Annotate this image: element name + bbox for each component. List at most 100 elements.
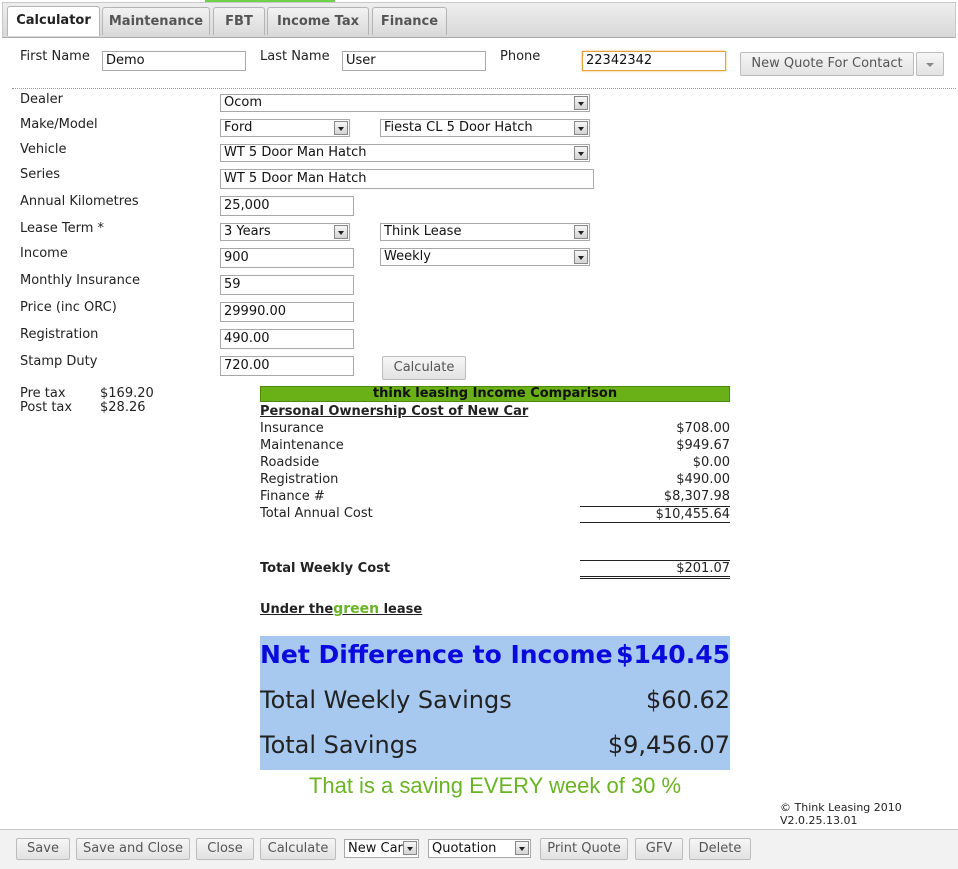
net-difference-value: $140.45 — [616, 640, 730, 669]
insurance-value: $708.00 — [676, 421, 730, 436]
pre-tax-value: $169.20 — [100, 386, 154, 401]
series-label: Series — [20, 167, 60, 182]
weekly-saving-message: That is a saving EVERY week of 30 % — [308, 773, 682, 798]
pre-tax-label: Pre tax — [20, 386, 66, 401]
maintenance-value: $949.67 — [676, 438, 730, 453]
roadside-label: Roadside — [260, 455, 320, 470]
registration-input[interactable]: 490.00 — [220, 329, 354, 349]
total-weekly-savings-label: Total Weekly Savings — [260, 686, 512, 714]
net-difference-label: Net Difference to Income — [260, 640, 613, 669]
green-word: green — [333, 601, 380, 617]
income-label: Income — [20, 246, 68, 261]
version-text: V2.0.25.13.01 — [780, 814, 858, 827]
dropdown-arrow-icon — [574, 121, 588, 135]
dropdown-arrow-icon — [334, 225, 348, 239]
document-type-select[interactable]: Quotation — [428, 839, 531, 858]
under-suffix: lease — [379, 602, 423, 617]
tab-finance[interactable]: Finance — [372, 7, 447, 35]
under-green-lease-heading: Under thegreen lease — [260, 601, 422, 617]
total-savings-label: Total Savings — [260, 731, 418, 759]
dropdown-arrow-icon — [574, 225, 588, 239]
total-weekly-cost-label: Total Weekly Cost — [260, 561, 391, 576]
under-prefix: Under the — [260, 602, 334, 617]
save-button[interactable]: Save — [16, 838, 70, 860]
dropdown-arrow-icon — [574, 250, 588, 264]
roadside-value: $0.00 — [692, 455, 730, 470]
calculate-button[interactable]: Calculate — [382, 356, 466, 380]
dropdown-arrow-icon — [403, 841, 417, 855]
income-input[interactable]: 900 — [220, 248, 354, 268]
make-value: Ford — [224, 120, 253, 135]
comparison-header: think leasing Income Comparison — [260, 386, 730, 402]
insurance-label: Insurance — [260, 421, 324, 436]
tab-income-tax[interactable]: Income Tax — [267, 7, 369, 35]
dealer-select[interactable]: Ocom — [220, 94, 590, 112]
tab-calculator[interactable]: Calculator — [7, 6, 100, 36]
stamp-duty-label: Stamp Duty — [20, 354, 98, 369]
last-name-input[interactable]: User — [342, 51, 486, 71]
ownership-cost-title: Personal Ownership Cost of New Car — [260, 404, 529, 419]
make-model-label: Make/Model — [20, 117, 98, 132]
total-annual-cost-value: $10,455.64 — [580, 506, 730, 523]
lease-type-select[interactable]: Think Lease — [380, 223, 590, 241]
total-savings-value: $9,456.07 — [607, 731, 730, 759]
annual-km-label: Annual Kilometres — [20, 194, 139, 209]
save-and-close-button[interactable]: Save and Close — [76, 838, 190, 860]
total-annual-cost-label: Total Annual Cost — [260, 506, 373, 521]
phone-input[interactable]: 22342342 — [582, 51, 726, 71]
maintenance-label: Maintenance — [260, 438, 344, 453]
registration-label: Registration — [20, 327, 99, 342]
separator — [12, 88, 956, 89]
post-tax-value: $28.26 — [100, 400, 146, 415]
lease-type-value: Think Lease — [384, 224, 462, 239]
new-quote-for-contact-button[interactable]: New Quote For Contact — [740, 52, 914, 76]
monthly-insurance-input[interactable]: 59 — [220, 275, 354, 295]
vehicle-select[interactable]: WT 5 Door Man Hatch — [220, 144, 590, 162]
dealer-label: Dealer — [20, 92, 63, 107]
make-select[interactable]: Ford — [220, 119, 350, 137]
car-type-select[interactable]: New Car — [344, 839, 419, 858]
price-label: Price (inc ORC) — [20, 300, 117, 315]
document-type-value: Quotation — [432, 841, 497, 856]
annual-km-input[interactable]: 25,000 — [220, 196, 354, 216]
total-weekly-cost-value: $201.07 — [580, 560, 730, 579]
new-quote-dropdown-button[interactable] — [916, 52, 944, 76]
dealer-value: Ocom — [224, 95, 262, 110]
lease-term-label: Lease Term * — [20, 221, 105, 236]
lease-term-select[interactable]: 3 Years — [220, 223, 350, 241]
first-name-label: First Name — [20, 49, 90, 64]
car-type-value: New Car — [348, 841, 403, 856]
stamp-duty-input[interactable]: 720.00 — [220, 356, 354, 376]
model-select[interactable]: Fiesta CL 5 Door Hatch — [380, 119, 590, 137]
vehicle-value: WT 5 Door Man Hatch — [224, 145, 367, 160]
first-name-input[interactable]: Demo — [102, 51, 246, 71]
income-frequency-select[interactable]: Weekly — [380, 248, 590, 266]
gfv-button[interactable]: GFV — [635, 838, 683, 860]
registration-cost-value: $490.00 — [676, 472, 730, 487]
registration-cost-label: Registration — [260, 472, 339, 487]
chevron-down-icon — [926, 63, 934, 67]
dropdown-arrow-icon — [574, 96, 588, 110]
close-button[interactable]: Close — [196, 838, 254, 860]
phone-label: Phone — [500, 49, 541, 64]
series-input[interactable]: WT 5 Door Man Hatch — [220, 169, 594, 189]
price-input[interactable]: 29990.00 — [220, 302, 354, 322]
dropdown-arrow-icon — [515, 841, 529, 855]
lease-term-value: 3 Years — [224, 224, 271, 239]
print-quote-button[interactable]: Print Quote — [540, 838, 628, 860]
monthly-insurance-label: Monthly Insurance — [20, 273, 140, 288]
dropdown-arrow-icon — [334, 121, 348, 135]
model-value: Fiesta CL 5 Door Hatch — [384, 120, 533, 135]
finance-value: $8,307.98 — [663, 489, 730, 504]
dropdown-arrow-icon — [574, 146, 588, 160]
last-name-label: Last Name — [260, 49, 330, 64]
finance-label: Finance # — [260, 489, 325, 504]
tab-fbt[interactable]: FBT — [213, 7, 265, 35]
total-weekly-savings-value: $60.62 — [646, 686, 730, 714]
income-frequency-value: Weekly — [384, 249, 431, 264]
post-tax-label: Post tax — [20, 400, 73, 415]
delete-button[interactable]: Delete — [689, 838, 751, 860]
vehicle-label: Vehicle — [20, 142, 67, 157]
bottom-calculate-button[interactable]: Calculate — [260, 838, 336, 860]
tab-maintenance[interactable]: Maintenance — [102, 7, 210, 35]
